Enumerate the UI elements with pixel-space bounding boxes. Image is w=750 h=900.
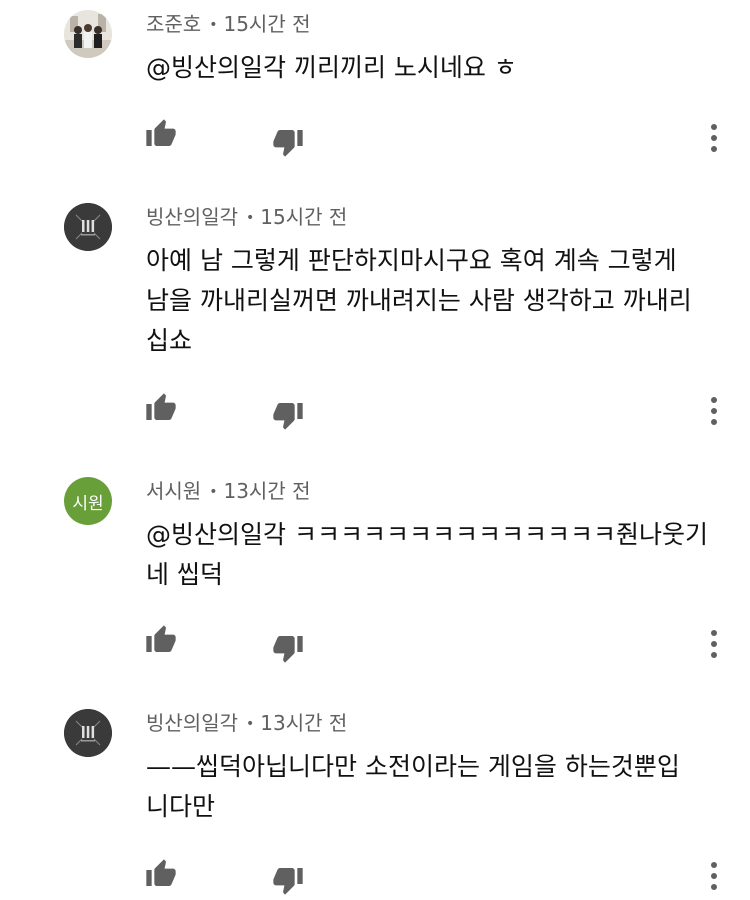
comment-meta: 서시원 • 13시간 전 bbox=[146, 479, 311, 503]
comment-text: @빙산의일각 ㅋㅋㅋㅋㅋㅋㅋㅋㅋㅋㅋㅋㅋㅋ줜나웃기 네 씹덕 bbox=[146, 520, 708, 589]
comment-author[interactable]: 조준호 bbox=[146, 12, 201, 36]
more-options-button[interactable] bbox=[700, 858, 728, 894]
comment-time[interactable]: 13시간 전 bbox=[223, 479, 310, 503]
comment-meta: 빙산의일각 • 13시간 전 bbox=[146, 711, 348, 735]
dislike-button[interactable] bbox=[270, 630, 306, 666]
comment-time[interactable]: 15시간 전 bbox=[223, 12, 310, 36]
more-options-button[interactable] bbox=[700, 626, 728, 662]
comment-meta: 조준호 • 15시간 전 bbox=[146, 12, 311, 36]
thumbs-up-icon bbox=[146, 119, 176, 146]
thumbs-up-icon bbox=[146, 625, 176, 652]
comment-author[interactable]: 빙산의일각 bbox=[146, 205, 238, 229]
dislike-button[interactable] bbox=[270, 397, 306, 433]
avatar[interactable] bbox=[64, 709, 112, 757]
thumbs-up-icon bbox=[146, 859, 176, 886]
comment-time[interactable]: 13시간 전 bbox=[260, 711, 347, 735]
more-vertical-icon bbox=[711, 862, 717, 890]
comment-text: @빙산의일각 끼리끼리 노시네요 ㅎ bbox=[146, 53, 517, 82]
more-options-button[interactable] bbox=[700, 120, 728, 156]
comment-author[interactable]: 서시원 bbox=[146, 479, 201, 503]
thumbs-down-icon bbox=[273, 636, 303, 663]
thumbs-up-icon bbox=[146, 393, 176, 420]
more-options-button[interactable] bbox=[700, 393, 728, 429]
more-vertical-icon bbox=[711, 630, 717, 658]
avatar-photo-icon bbox=[64, 10, 112, 58]
dislike-button[interactable] bbox=[270, 124, 306, 160]
channel-logo-icon bbox=[64, 203, 112, 251]
channel-logo-icon bbox=[64, 709, 112, 757]
thumbs-down-icon bbox=[273, 403, 303, 430]
avatar[interactable] bbox=[64, 203, 112, 251]
avatar[interactable] bbox=[64, 10, 112, 58]
like-button[interactable] bbox=[143, 390, 179, 426]
comment-meta: 빙산의일각 • 15시간 전 bbox=[146, 205, 348, 229]
comment-text: ——씹덕아닙니다만 소전이라는 게임을 하는것뿐입 니다만 bbox=[146, 752, 680, 821]
comment-time[interactable]: 15시간 전 bbox=[260, 205, 347, 229]
more-vertical-icon bbox=[711, 397, 717, 425]
like-button[interactable] bbox=[143, 116, 179, 152]
avatar-initials: 시원 bbox=[72, 493, 104, 514]
thumbs-down-icon bbox=[273, 130, 303, 157]
avatar[interactable]: 시원 bbox=[64, 477, 112, 525]
more-vertical-icon bbox=[711, 124, 717, 152]
comment-text: 아예 남 그렇게 판단하지마시구요 혹여 계속 그렇게 남을 까내리실꺼면 까내… bbox=[146, 246, 692, 355]
like-button[interactable] bbox=[143, 622, 179, 658]
like-button[interactable] bbox=[143, 856, 179, 892]
comment-author[interactable]: 빙산의일각 bbox=[146, 711, 238, 735]
dislike-button[interactable] bbox=[270, 862, 306, 898]
thumbs-down-icon bbox=[273, 868, 303, 895]
